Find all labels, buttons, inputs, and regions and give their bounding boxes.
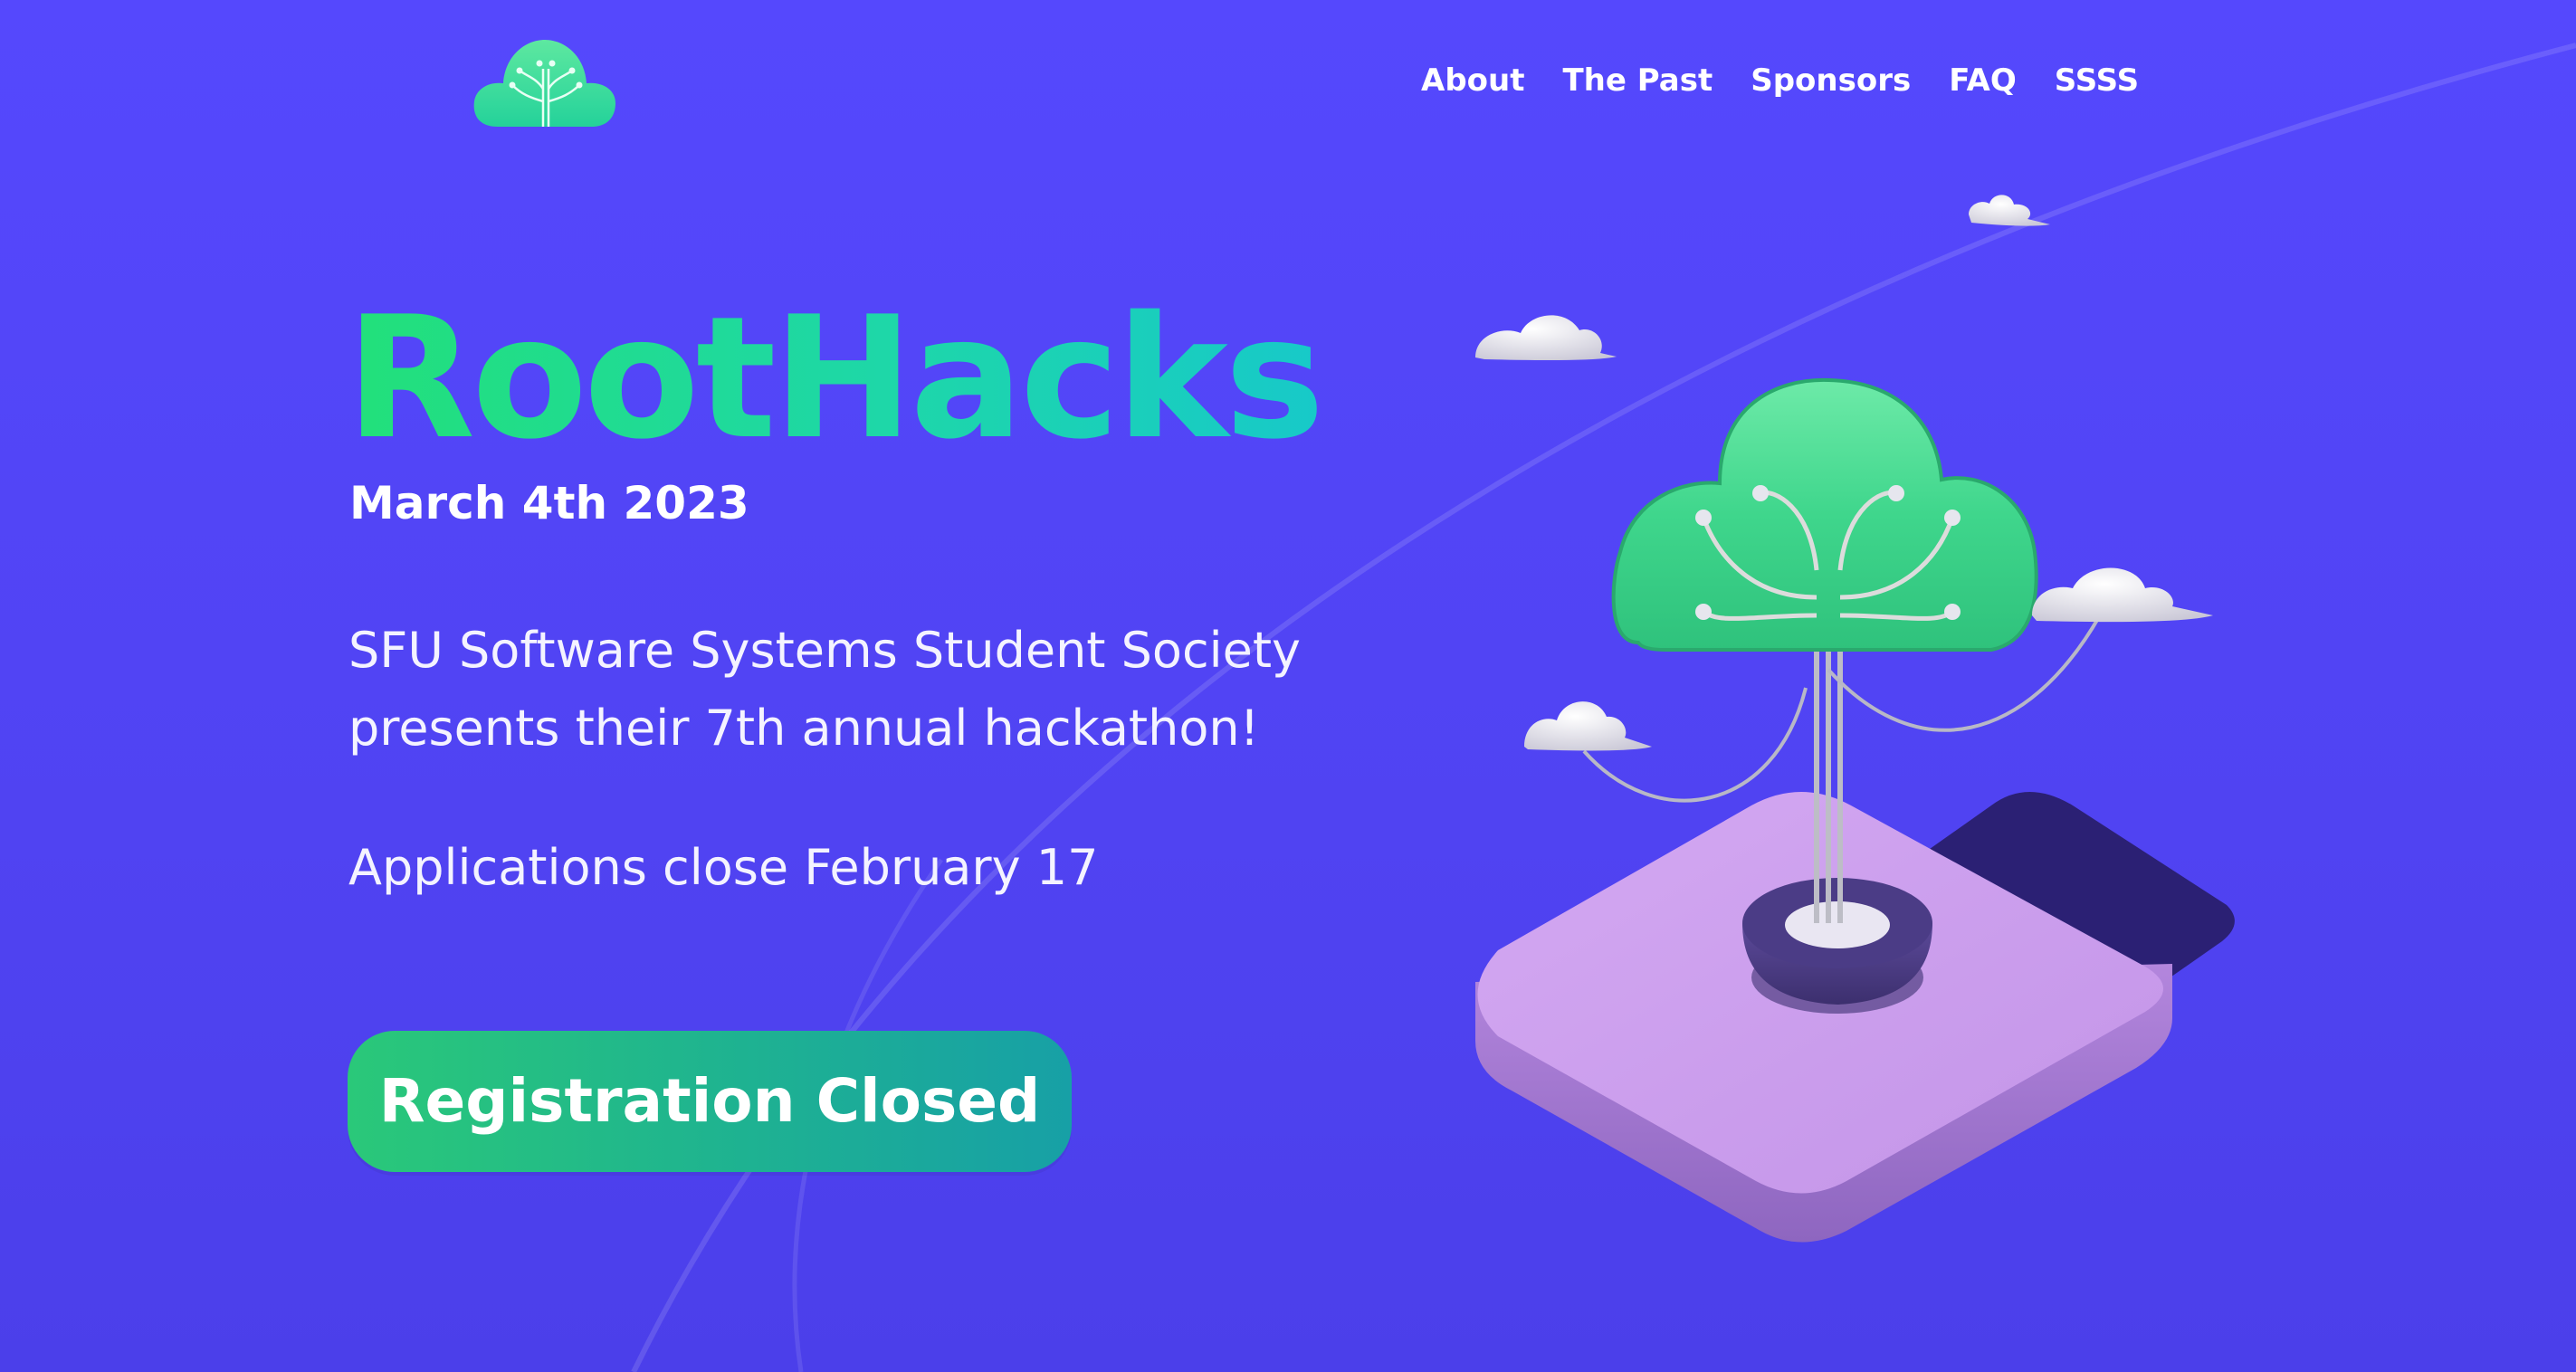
nav-link-faq[interactable]: FAQ — [1949, 58, 2017, 103]
registration-closed-button[interactable]: Registration Closed — [348, 1031, 1072, 1172]
nav-link-about[interactable]: About — [1421, 58, 1524, 103]
nav-link-sponsors[interactable]: Sponsors — [1751, 58, 1911, 103]
landing-page: About The Past Sponsors FAQ SSSS RootHac… — [0, 0, 2576, 1372]
tagline-line-1: SFU Software Systems Student Society — [348, 622, 1301, 679]
tree-canopy — [1611, 377, 2038, 652]
hero-tagline: SFU Software Systems Student Society pre… — [348, 612, 1301, 767]
cloud-tree-logo-icon[interactable] — [471, 33, 619, 132]
main-nav: About The Past Sponsors FAQ SSSS — [1421, 58, 2139, 103]
tagline-line-2: presents their 7th annual hackathon! — [348, 700, 1260, 757]
hero-title: RootHacks — [346, 280, 1325, 476]
event-date: March 4th 2023 — [349, 477, 749, 529]
nav-link-the-past[interactable]: The Past — [1562, 58, 1713, 103]
application-deadline: Applications close February 17 — [348, 839, 1099, 896]
nav-link-ssss[interactable]: SSSS — [2055, 58, 2139, 103]
cloud-tree-on-platform-illustration — [1475, 195, 2235, 1243]
